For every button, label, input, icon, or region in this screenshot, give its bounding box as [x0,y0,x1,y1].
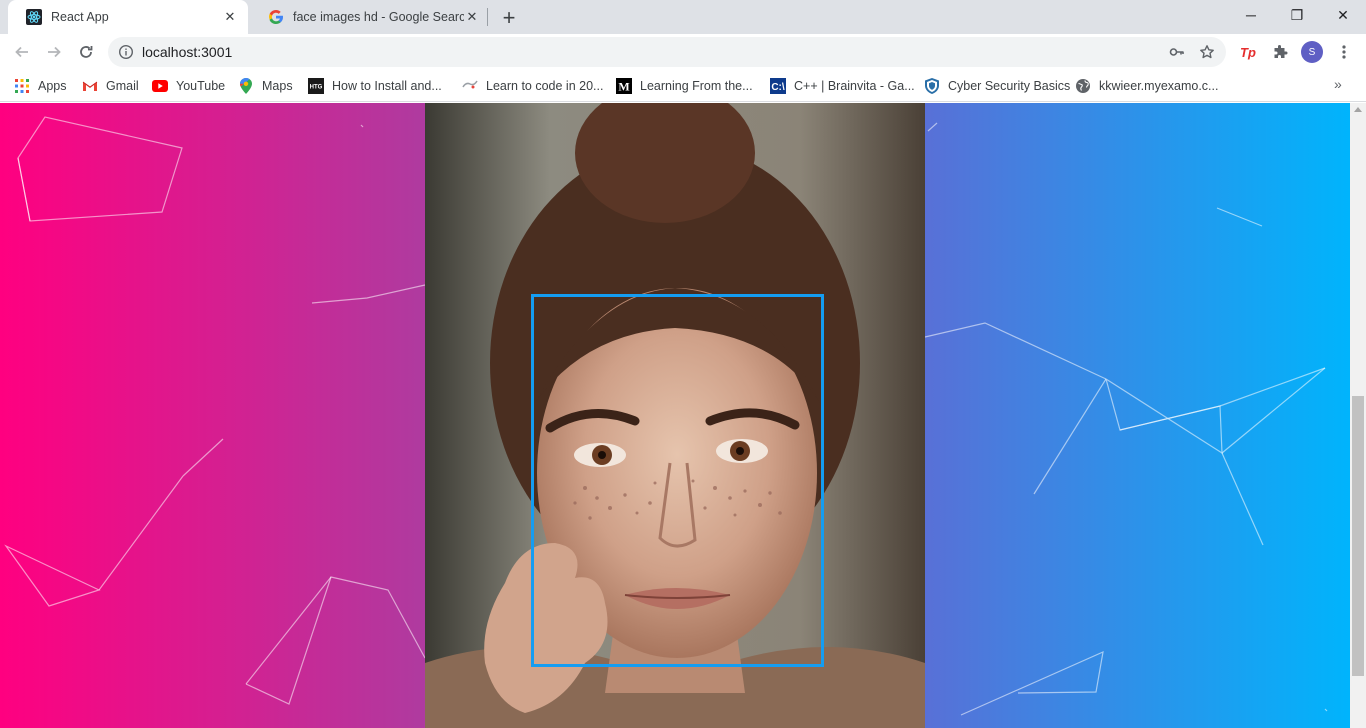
address-bar[interactable]: localhost:3001 [108,37,1226,67]
bookmark-star-icon[interactable] [1198,43,1216,61]
forward-arrow-icon [48,46,61,58]
bookmark-label: Maps [262,79,293,93]
bookmark-kkwieer[interactable]: kkwieer.myexamo.c... [1075,76,1218,96]
bookmark-gmail[interactable]: Gmail [82,76,139,96]
bookmark-label: Learning From the... [640,79,753,93]
close-window-button[interactable]: ✕ [1320,0,1366,30]
bookmarks-bar: Apps Gmail YouTube Maps HTG How to Insta… [0,70,1366,102]
menu-kebab-icon[interactable] [1333,41,1355,63]
scrollbar-thumb[interactable] [1352,396,1364,676]
htg-icon: HTG [308,78,324,94]
bookmark-label: How to Install and... [332,79,442,93]
info-icon[interactable] [118,44,134,60]
tab-separator [487,8,488,26]
bookmark-cyber-security[interactable]: Cyber Security Basics [924,76,1070,96]
bookmark-label: Cyber Security Basics [948,79,1071,93]
toolbar: localhost:3001 Tp [0,34,1366,70]
learn-icon [462,78,478,94]
bookmarks-overflow-icon[interactable]: » [1334,76,1342,92]
bookmark-youtube[interactable]: YouTube [152,76,225,96]
tp-extension-icon[interactable]: Tp [1237,41,1259,63]
close-tab-icon[interactable]: ✕ [464,9,480,25]
react-icon [26,9,42,25]
bookmark-label: Learn to code in 20... [486,79,604,93]
restore-button[interactable]: ❐ [1274,0,1320,30]
cplus-icon: C:\ [770,78,786,94]
face-bounding-box [531,294,824,667]
extensions-puzzle-icon[interactable] [1269,41,1291,63]
app-background [0,103,1350,728]
tab-title: React App [51,10,109,24]
bookmark-label: YouTube [176,79,226,93]
medium-icon: M [616,78,632,94]
back-arrow-icon [15,46,28,58]
maps-icon [238,78,254,94]
bookmark-how-to-install[interactable]: HTG How to Install and... [308,76,442,96]
bookmark-maps[interactable]: Maps [238,76,293,96]
globe-icon [1075,78,1091,94]
shield-icon [924,78,940,94]
svg-text:M: M [618,80,629,94]
apps-grid-icon [14,78,30,94]
tab-react-app[interactable]: React App ✕ [8,0,248,34]
bookmark-label: Apps [38,79,67,93]
new-tab-button[interactable]: + [496,5,522,31]
tab-title: face images hd - Google Search [293,10,464,24]
svg-text:C:\: C:\ [771,82,785,93]
gmail-icon [82,78,98,94]
tab-strip: React App ✕ face images hd - Google Sear… [0,0,1366,34]
reload-button[interactable] [72,38,100,66]
bookmark-learning-from[interactable]: M Learning From the... [616,76,753,96]
svg-text:HTG: HTG [310,85,323,91]
profile-avatar[interactable]: S [1301,41,1323,63]
url-text: localhost:3001 [142,44,233,60]
bookmark-label: kkwieer.myexamo.c... [1099,79,1219,93]
youtube-icon [152,78,168,94]
face-photo [425,103,925,728]
bookmark-apps[interactable]: Apps [14,76,67,96]
scroll-up-icon[interactable] [1354,107,1362,112]
tab-google-search[interactable]: face images hd - Google Search ✕ [250,0,490,34]
bookmark-cplusplus[interactable]: C:\ C++ | Brainvita - Ga... [770,76,915,96]
bookmark-label: Gmail [106,79,139,93]
google-icon [268,9,284,25]
reload-icon [80,46,93,58]
forward-button[interactable] [40,38,68,66]
key-icon[interactable] [1168,43,1186,61]
bookmark-learn-to-code[interactable]: Learn to code in 20... [462,76,603,96]
minimize-button[interactable]: ─ [1228,0,1274,30]
page-scrollbar[interactable] [1350,103,1366,728]
bookmark-label: C++ | Brainvita - Ga... [794,79,915,93]
back-button[interactable] [8,38,36,66]
close-tab-icon[interactable]: ✕ [222,9,238,25]
